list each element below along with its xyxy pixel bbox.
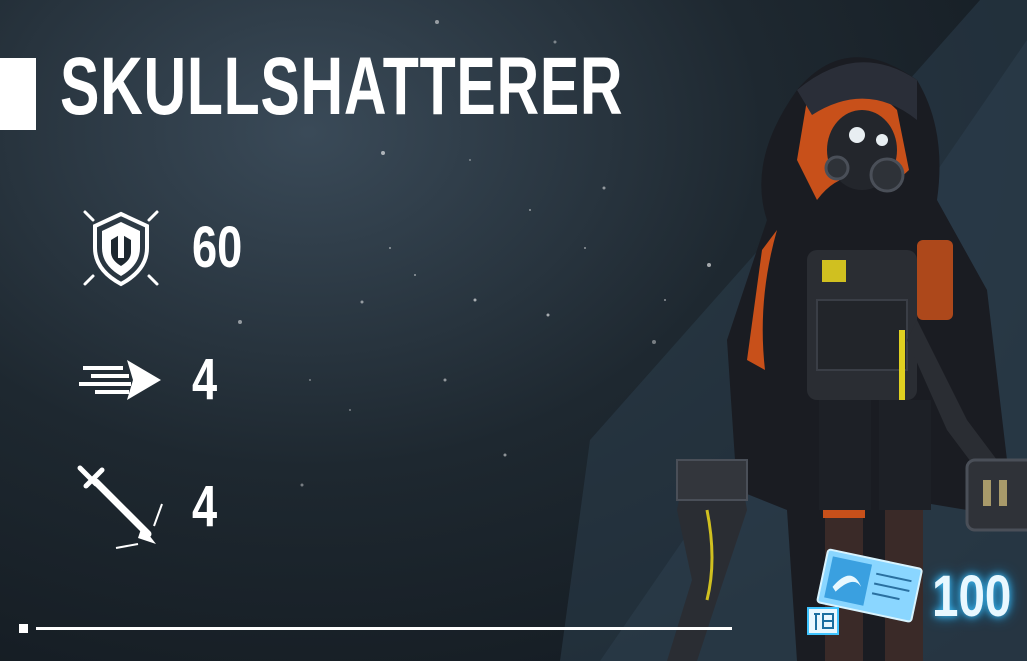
ticket-cost-value: 100 bbox=[932, 564, 1012, 629]
page-title: SKULLSHATTERER bbox=[60, 41, 624, 132]
speed-arrow-icon bbox=[76, 335, 166, 425]
stat-armor: 60 bbox=[76, 203, 257, 293]
stat-speed: 4 bbox=[76, 335, 224, 425]
sword-icon bbox=[76, 462, 166, 552]
shield-icon bbox=[76, 203, 166, 293]
ticket-icon bbox=[807, 548, 923, 635]
speed-value: 4 bbox=[192, 347, 218, 412]
ticket-cost bbox=[806, 548, 924, 638]
baseline-dot bbox=[19, 624, 28, 633]
attack-value: 4 bbox=[192, 474, 218, 539]
baseline-divider bbox=[36, 627, 732, 630]
armor-value: 60 bbox=[192, 215, 243, 280]
stat-attack: 4 bbox=[76, 462, 224, 552]
title-accent-bar bbox=[0, 58, 36, 130]
